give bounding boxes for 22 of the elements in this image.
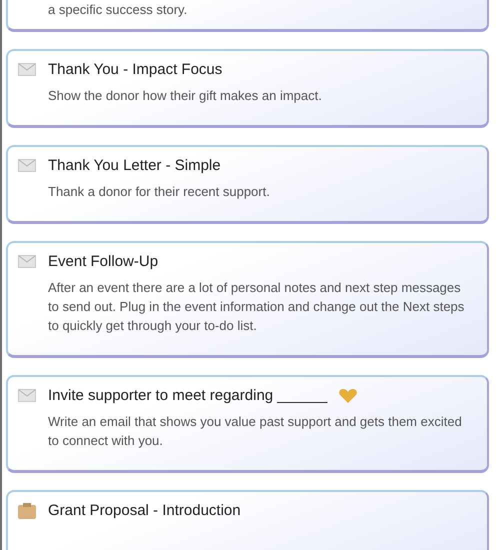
template-card[interactable]: Event Follow-Up After an event there are a lot of personal notes and next step messages to send out. Plug in the event information and change out the Next steps to quickly get through your to-do list.: [6, 241, 489, 358]
template-description: a specific success story.: [48, 1, 188, 19]
envelope-icon: [18, 63, 36, 76]
template-card[interactable]: Grant Proposal - Introduction: [6, 490, 489, 550]
template-card[interactable]: Thank You - Impact Focus Show the donor how their gift makes an impact.: [6, 49, 489, 128]
template-title: Invite supporter to meet regarding ______: [48, 387, 328, 404]
envelope-icon: [18, 389, 36, 402]
template-description: Thank a donor for their recent support.: [48, 183, 271, 201]
template-title: Grant Proposal - Introduction: [48, 502, 241, 519]
template-description: Show the donor how their gift makes an impact.: [48, 87, 323, 105]
template-description: After an event there are a lot of personal notes and next step messages to send out. Plug in the event information and change out the Next steps to quickly get through your to-do list.: [48, 279, 466, 335]
template-title: Thank You Letter - Simple: [48, 157, 221, 174]
template-card[interactable]: Thank You Letter - Simple Thank a donor for their recent support.: [6, 145, 489, 224]
template-description: Write an email that shows you value past support and gets them excited to connect with you.: [48, 413, 463, 450]
heart-icon: [339, 388, 358, 402]
envelope-icon: [18, 159, 36, 172]
box-icon: [18, 502, 36, 518]
envelope-icon: [18, 255, 36, 268]
template-card[interactable]: Invite supporter to meet regarding ______ Write an email that shows you value past support and gets them excited to connect with you.: [6, 375, 489, 473]
template-card[interactable]: a specific success story.: [6, 0, 489, 32]
template-title: Thank You - Impact Focus: [48, 61, 222, 78]
template-title: Event Follow-Up: [48, 253, 158, 270]
